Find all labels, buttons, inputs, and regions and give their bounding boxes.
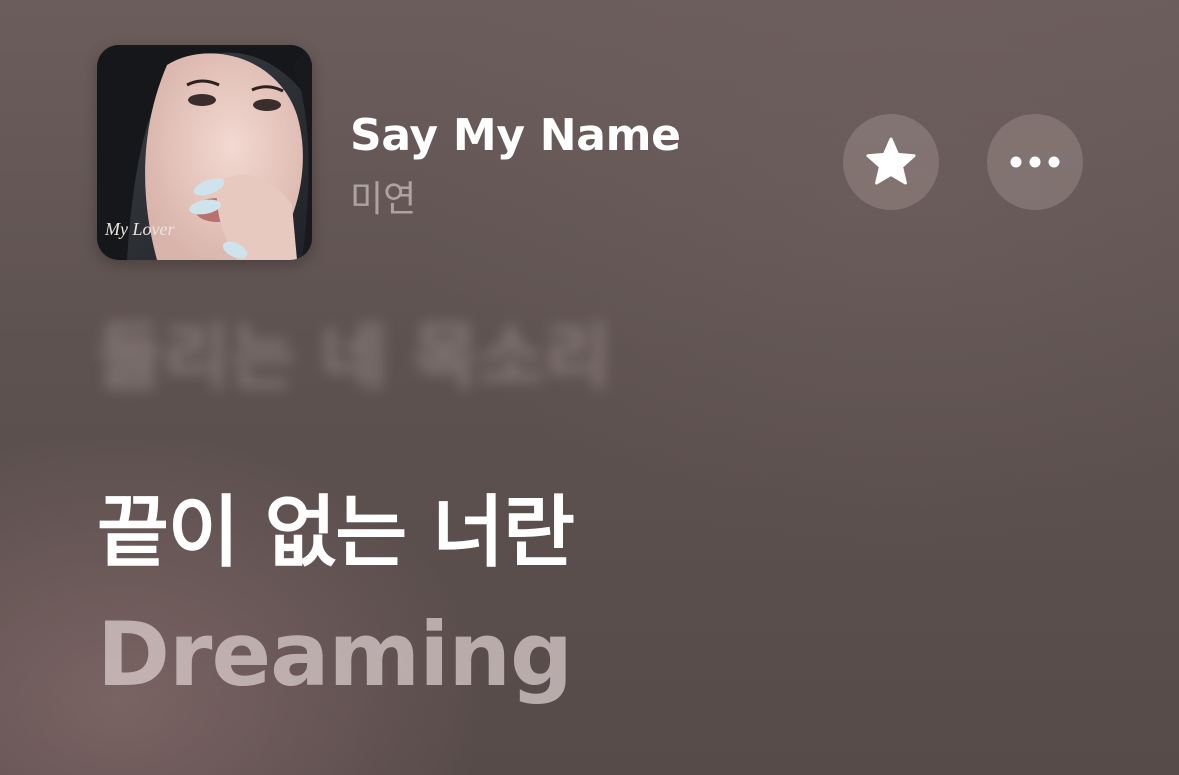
more-options-button[interactable] [987,114,1083,210]
album-logo-text: My Lover [104,219,175,239]
ellipsis-icon [1010,156,1060,168]
song-title[interactable]: Say My Name [350,110,681,161]
artist-name[interactable]: 미연 [350,170,416,222]
now-playing-screen: My Lover Say My Name 미연 들리는 네 목소리 끝이 없는 … [0,0,1179,775]
favorite-button[interactable] [843,114,939,210]
lyric-line-next[interactable]: Dreaming [97,603,573,706]
album-artwork-image: My Lover [97,45,312,260]
lyric-line-current[interactable]: 끝이 없는 너란 [97,470,575,582]
album-artwork[interactable]: My Lover [97,45,312,260]
star-icon [866,137,916,185]
lyric-line-previous[interactable]: 들리는 네 목소리 [97,298,611,403]
